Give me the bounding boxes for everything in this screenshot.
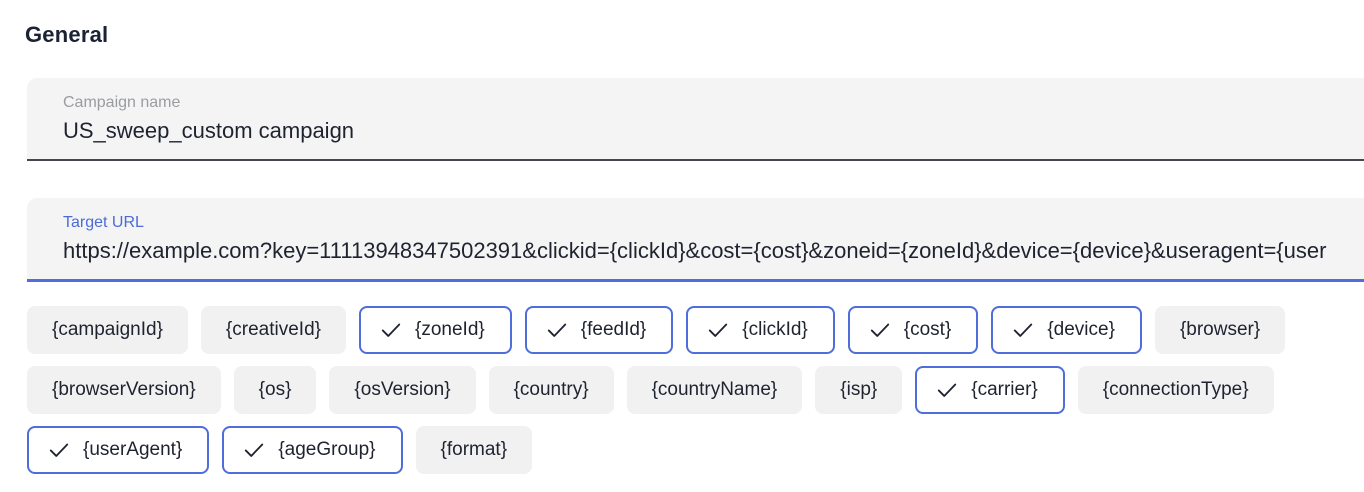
token-chip[interactable]: {os} bbox=[233, 366, 317, 414]
target-url-field[interactable]: Target URL https://example.com?key=11113… bbox=[27, 198, 1364, 282]
token-chip-selected[interactable]: {ageGroup} bbox=[222, 426, 403, 474]
token-chip-selected[interactable]: {userAgent} bbox=[27, 426, 210, 474]
token-chip[interactable]: {browser} bbox=[1154, 306, 1286, 354]
token-chip[interactable]: {creativeId} bbox=[200, 306, 346, 354]
token-row-1: {campaignId} {creativeId} {zoneId} {feed… bbox=[27, 306, 1286, 354]
token-chip-label: {cost} bbox=[903, 319, 952, 340]
section-title: General bbox=[25, 22, 109, 47]
token-chip-label: {clickId} bbox=[742, 319, 808, 340]
check-icon bbox=[935, 378, 959, 402]
token-chip-label: {feedId} bbox=[580, 319, 647, 340]
token-chip-label: {userAgent} bbox=[83, 439, 183, 460]
check-icon bbox=[868, 318, 892, 342]
token-chip-selected[interactable]: {zoneId} bbox=[359, 306, 512, 354]
token-chip[interactable]: {countryName} bbox=[626, 366, 803, 414]
token-chip-label: {countryName} bbox=[651, 379, 778, 400]
token-chip-label: {osVersion} bbox=[354, 379, 451, 400]
token-chip-label: {isp} bbox=[840, 379, 878, 400]
campaign-name-label: Campaign name bbox=[63, 94, 181, 111]
token-chip-label: {device} bbox=[1047, 319, 1115, 340]
campaign-name-input[interactable]: US_sweep_custom campaign bbox=[63, 118, 354, 144]
token-chip[interactable]: {connectionType} bbox=[1077, 366, 1274, 414]
token-chip-label: {os} bbox=[258, 379, 292, 400]
token-chip-label: {connectionType} bbox=[1102, 379, 1249, 400]
token-chip-selected[interactable]: {carrier} bbox=[915, 366, 1065, 414]
token-chip-label: {country} bbox=[513, 379, 589, 400]
campaign-name-field[interactable]: Campaign name US_sweep_custom campaign bbox=[27, 78, 1364, 161]
token-chip-label: {zoneId} bbox=[415, 319, 485, 340]
token-chip-label: {carrier} bbox=[971, 379, 1038, 400]
token-chip-label: {ageGroup} bbox=[278, 439, 376, 460]
target-url-label: Target URL bbox=[63, 214, 144, 231]
check-icon bbox=[47, 438, 71, 462]
token-chip-selected[interactable]: {clickId} bbox=[686, 306, 835, 354]
token-chip-label: {format} bbox=[440, 439, 508, 460]
token-chip[interactable]: {campaignId} bbox=[27, 306, 188, 354]
check-icon bbox=[242, 438, 266, 462]
token-chip[interactable]: {isp} bbox=[815, 366, 903, 414]
check-icon bbox=[706, 318, 730, 342]
check-icon bbox=[379, 318, 403, 342]
token-chip-label: {browser} bbox=[1179, 319, 1261, 340]
token-chip-label: {browserVersion} bbox=[52, 379, 196, 400]
token-chip-label: {campaignId} bbox=[52, 319, 163, 340]
token-chip[interactable]: {osVersion} bbox=[329, 366, 476, 414]
token-chip-label: {creativeId} bbox=[225, 319, 321, 340]
token-row-2: {browserVersion} {os} {osVersion} {count… bbox=[27, 366, 1274, 414]
token-row-3: {userAgent} {ageGroup} {format} bbox=[27, 426, 533, 474]
token-chip[interactable]: {country} bbox=[488, 366, 614, 414]
token-chip[interactable]: {browserVersion} bbox=[27, 366, 221, 414]
check-icon bbox=[545, 318, 569, 342]
token-chip-selected[interactable]: {cost} bbox=[847, 306, 979, 354]
token-chip-selected[interactable]: {feedId} bbox=[524, 306, 674, 354]
target-url-input[interactable]: https://example.com?key=1111394834750239… bbox=[63, 238, 1326, 264]
token-chip[interactable]: {format} bbox=[415, 426, 533, 474]
token-chip-selected[interactable]: {device} bbox=[991, 306, 1142, 354]
check-icon bbox=[1011, 318, 1035, 342]
